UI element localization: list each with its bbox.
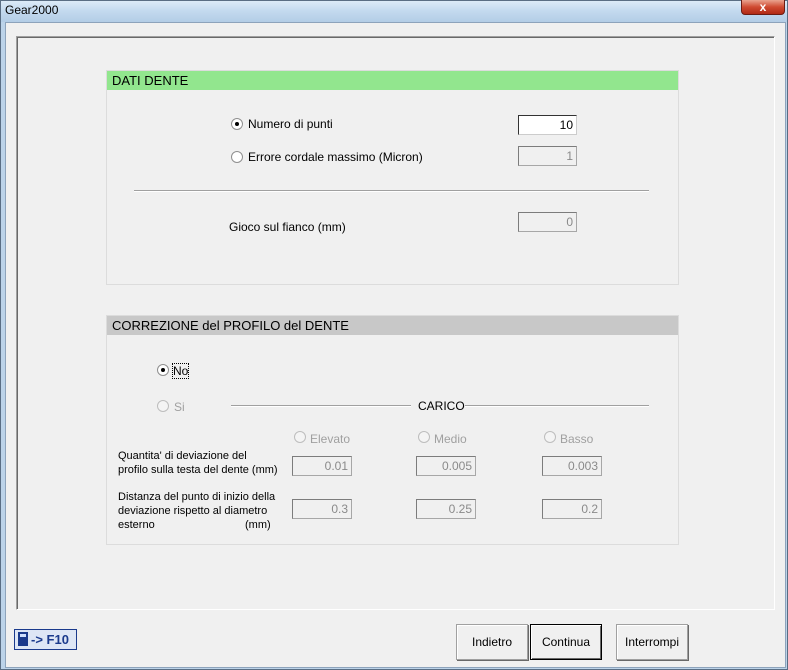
separator-line	[134, 190, 649, 192]
row1-medio-input: 0.005	[416, 456, 476, 476]
basso-label: Basso	[560, 432, 594, 446]
medio-radio[interactable]	[418, 431, 430, 443]
window-title: Gear2000	[5, 3, 59, 17]
row1-elevato-input: 0.01	[292, 456, 352, 476]
title-bar[interactable]: Gear2000 x	[1, 0, 787, 22]
row2-label-line1: Distanza del punto di inizio della	[118, 491, 276, 503]
carico-line-left	[231, 405, 411, 407]
numero-punti-label: Numero di punti	[248, 117, 333, 131]
errore-cordale-input: 1	[518, 146, 577, 166]
correzione-group: CORREZIONE del PROFILO del DENTE No Si C…	[106, 315, 679, 545]
row2-label-line2: deviazione rispetto al diametro	[118, 505, 268, 517]
carico-line-right	[465, 405, 649, 407]
elevato-radio[interactable]	[294, 431, 306, 443]
dati-dente-header: DATI DENTE	[107, 71, 678, 90]
row2-elevato-input: 0.3	[292, 499, 352, 519]
f10-button[interactable]: -> F10	[14, 629, 77, 650]
row1-basso-input: 0.003	[542, 456, 602, 476]
si-radio[interactable]	[157, 400, 169, 412]
row1-label-line2: profilo sulla testa del dente (mm)	[118, 464, 278, 476]
numero-punti-input[interactable]: 10	[518, 115, 577, 135]
no-radio[interactable]	[157, 364, 169, 376]
medio-label: Medio	[434, 432, 467, 446]
row2-basso-input: 0.2	[542, 499, 602, 519]
f10-label: -> F10	[31, 632, 69, 647]
main-panel: DATI DENTE Numero di punti 10 Errore cor…	[16, 36, 775, 610]
elevato-label: Elevato	[310, 432, 351, 446]
errore-cordale-radio[interactable]	[231, 151, 243, 163]
correzione-header: CORREZIONE del PROFILO del DENTE	[107, 316, 678, 335]
carico-label: CARICO	[418, 399, 465, 413]
gioco-label: Gioco sul fianco (mm)	[229, 220, 346, 234]
row2-label-line3b: (mm)	[245, 519, 271, 531]
continua-button[interactable]: Continua	[530, 624, 602, 660]
close-button[interactable]: x	[741, 0, 785, 15]
errore-cordale-label: Errore cordale massimo (Micron)	[248, 150, 423, 164]
indietro-button[interactable]: Indietro	[456, 624, 528, 660]
interrompi-button[interactable]: Interrompi	[616, 624, 688, 660]
dati-dente-group: DATI DENTE Numero di punti 10 Errore cor…	[106, 70, 679, 285]
row1-label-line1: Quantita' di deviazione del	[118, 450, 247, 462]
gioco-input: 0	[518, 212, 577, 232]
client-area: DATI DENTE Numero di punti 10 Errore cor…	[5, 22, 786, 668]
calculator-icon	[18, 632, 28, 646]
no-label: No	[171, 363, 190, 379]
basso-radio[interactable]	[544, 431, 556, 443]
si-label: Si	[174, 400, 185, 414]
close-icon: x	[759, 0, 767, 14]
numero-punti-radio[interactable]	[231, 118, 243, 130]
row2-label-line3a: esterno	[118, 519, 155, 531]
app-window: Gear2000 x DATI DENTE Numero di punti 10…	[0, 0, 788, 670]
row2-medio-input: 0.25	[416, 499, 476, 519]
